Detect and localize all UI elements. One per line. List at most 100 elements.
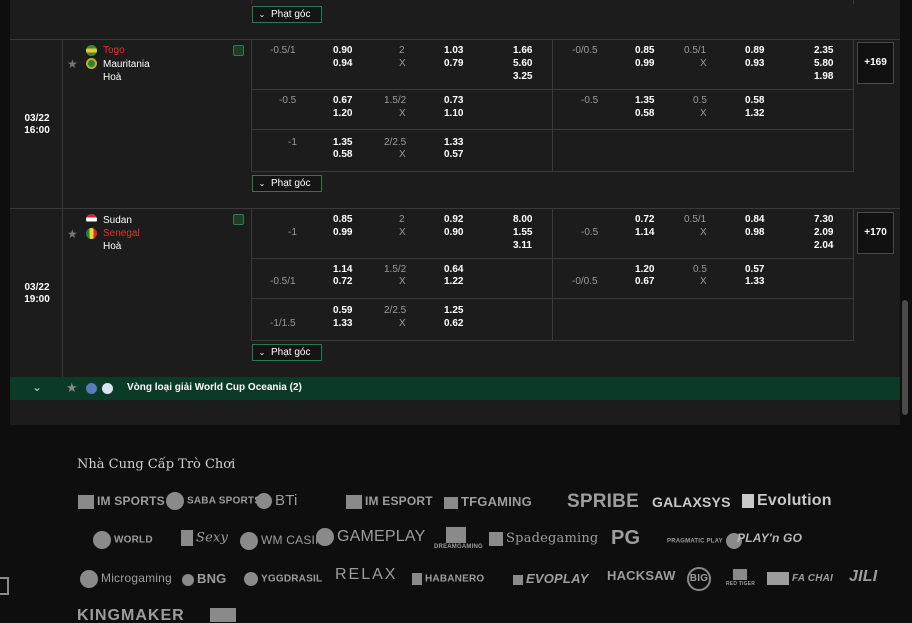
odds-away[interactable]: 1.33 xyxy=(333,318,352,329)
provider-logo[interactable] xyxy=(210,606,239,622)
odds-away[interactable]: 1.20 xyxy=(333,108,352,119)
odds-home[interactable]: 0.59 xyxy=(333,305,352,316)
odds-home-h1[interactable]: 0.72 xyxy=(635,214,654,225)
odds-1x2-away[interactable]: 1.55 xyxy=(513,227,532,238)
odds-home-h1[interactable]: 1.20 xyxy=(635,264,654,275)
corner-button[interactable]: ⌄ Phạt góc xyxy=(252,344,322,361)
provider-logo[interactable]: TFGAMING xyxy=(444,494,532,509)
odds-home[interactable]: 1.14 xyxy=(333,264,352,275)
provider-logo[interactable]: IM SPORTS xyxy=(78,494,165,509)
provider-logo[interactable]: PRAGMATIC PLAY xyxy=(667,533,745,549)
odds-1x2-away[interactable]: 5.60 xyxy=(513,58,532,69)
odds-1x2-draw-h1[interactable]: 2.04 xyxy=(814,240,833,251)
league-name[interactable]: Vòng loại giải World Cup Oceania (2) xyxy=(127,382,302,393)
provider-logo[interactable]: Spadegaming xyxy=(489,531,598,546)
qr-code-icon[interactable] xyxy=(0,577,9,595)
provider-logo[interactable]: Evolution xyxy=(742,492,832,510)
home-team[interactable]: Sudan xyxy=(103,215,132,226)
odds-over-h1[interactable]: 0.84 xyxy=(745,214,764,225)
odds-away-h1[interactable]: 0.99 xyxy=(635,58,654,69)
odds-away-h1[interactable]: 0.67 xyxy=(635,276,654,287)
odds-over-h1[interactable]: 0.58 xyxy=(745,95,764,106)
odds-under[interactable]: 0.90 xyxy=(444,227,463,238)
more-markets-button[interactable]: +170 xyxy=(857,212,894,254)
provider-logo[interactable]: Microgaming xyxy=(80,570,172,588)
more-markets-button[interactable]: +169 xyxy=(857,42,894,84)
corner-button[interactable]: ⌄ Phạt góc xyxy=(252,175,322,192)
odds-under[interactable]: 1.10 xyxy=(444,108,463,119)
odds-1x2-draw-h1[interactable]: 1.98 xyxy=(814,71,833,82)
odds-under[interactable]: 0.62 xyxy=(444,318,463,329)
provider-logo[interactable]: HABANERO xyxy=(412,573,484,585)
odds-under[interactable]: 1.22 xyxy=(444,276,463,287)
odds-over-h1[interactable]: 0.89 xyxy=(745,45,764,56)
odds-1x2-home[interactable]: 1.66 xyxy=(513,45,532,56)
odds-home[interactable]: 1.35 xyxy=(333,137,352,148)
provider-logo[interactable]: FA CHAI xyxy=(767,572,833,585)
odds-over[interactable]: 0.64 xyxy=(444,264,463,275)
scrollbar[interactable] xyxy=(902,300,908,415)
provider-logo[interactable]: SABA SPORTS xyxy=(166,492,261,510)
odds-over-h1[interactable]: 0.57 xyxy=(745,264,764,275)
provider-logo[interactable]: EVOPLAY xyxy=(513,571,589,586)
odds-over[interactable]: 0.92 xyxy=(444,214,463,225)
provider-logo[interactable]: SPRIBE xyxy=(567,491,639,513)
provider-logo[interactable]: WORLD xyxy=(93,531,153,549)
odds-under[interactable]: 0.57 xyxy=(444,149,463,160)
odds-away[interactable]: 0.94 xyxy=(333,58,352,69)
odds-under[interactable]: 0.79 xyxy=(444,58,463,69)
provider-logo[interactable]: IM ESPORT xyxy=(346,494,433,509)
provider-logo[interactable]: PG xyxy=(611,527,640,550)
provider-logo[interactable]: Sexy xyxy=(181,530,228,546)
provider-logo[interactable]: KINGMAKER xyxy=(77,607,185,623)
odds-over[interactable]: 1.03 xyxy=(444,45,463,56)
odds-away[interactable]: 0.72 xyxy=(333,276,352,287)
corner-button[interactable]: ⌄ Phạt góc xyxy=(252,6,322,23)
favorite-star-icon[interactable]: ★ xyxy=(67,227,78,241)
odds-away[interactable]: 0.58 xyxy=(333,149,352,160)
provider-logo[interactable]: RELAX xyxy=(335,566,397,584)
live-stream-icon[interactable] xyxy=(233,45,244,56)
odds-away[interactable]: 0.99 xyxy=(333,227,352,238)
stats-icon[interactable] xyxy=(102,383,113,394)
odds-home[interactable]: 0.90 xyxy=(333,45,352,56)
odds-1x2-draw[interactable]: 3.25 xyxy=(513,71,532,82)
odds-1x2-away-h1[interactable]: 5.80 xyxy=(814,58,833,69)
odds-under-h1[interactable]: 1.32 xyxy=(745,108,764,119)
odds-under-h1[interactable]: 0.93 xyxy=(745,58,764,69)
odds-under-h1[interactable]: 1.33 xyxy=(745,276,764,287)
odds-1x2-away-h1[interactable]: 2.09 xyxy=(814,227,833,238)
odds-away-h1[interactable]: 1.14 xyxy=(635,227,654,238)
provider-logo[interactable]: DREAMGAMING xyxy=(434,527,483,550)
favorite-star-icon[interactable]: ★ xyxy=(66,380,78,396)
odds-1x2-home[interactable]: 8.00 xyxy=(513,214,532,225)
away-team[interactable]: Mauritania xyxy=(103,59,150,70)
live-stream-icon[interactable] xyxy=(233,214,244,225)
odds-home-h1[interactable]: 1.35 xyxy=(635,95,654,106)
odds-1x2-home-h1[interactable]: 2.35 xyxy=(814,45,833,56)
provider-logo[interactable]: BIG xyxy=(687,567,711,591)
provider-logo[interactable]: YGGDRASIL xyxy=(244,572,322,586)
provider-logo[interactable]: BTi xyxy=(256,492,298,510)
provider-logo[interactable]: JILI xyxy=(849,568,877,586)
odds-1x2-home-h1[interactable]: 7.30 xyxy=(814,214,833,225)
odds-over[interactable]: 1.33 xyxy=(444,137,463,148)
chevron-down-icon[interactable]: ⌄ xyxy=(32,380,42,394)
provider-logo[interactable]: RED TIGER xyxy=(726,569,755,587)
odds-away-h1[interactable]: 0.58 xyxy=(635,108,654,119)
odds-1x2-draw[interactable]: 3.11 xyxy=(513,240,532,251)
odds-over[interactable]: 0.73 xyxy=(444,95,463,106)
favorite-star-icon[interactable]: ★ xyxy=(67,57,78,71)
provider-logo[interactable]: BNG xyxy=(182,571,227,586)
provider-logo[interactable]: PLAY'n GO xyxy=(737,531,802,545)
home-team[interactable]: Togo xyxy=(103,45,125,56)
provider-logo[interactable]: GALAXSYS xyxy=(652,494,731,510)
odds-home[interactable]: 0.85 xyxy=(333,214,352,225)
league-header[interactable]: ⌄ ★ Vòng loại giải World Cup Oceania (2) xyxy=(10,377,900,400)
provider-logo[interactable]: GAMEPLAY xyxy=(316,528,425,546)
odds-home-h1[interactable]: 0.85 xyxy=(635,45,654,56)
odds-home[interactable]: 0.67 xyxy=(333,95,352,106)
odds-over[interactable]: 1.25 xyxy=(444,305,463,316)
odds-under-h1[interactable]: 0.98 xyxy=(745,227,764,238)
provider-logo[interactable]: HACKSAW xyxy=(607,568,676,583)
